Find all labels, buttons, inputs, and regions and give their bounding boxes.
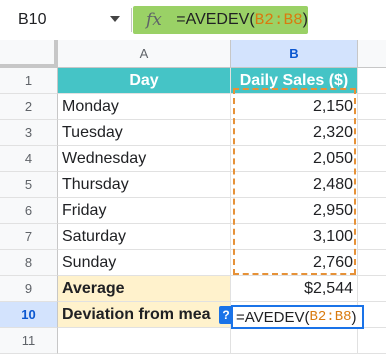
cell-c11[interactable]: [358, 328, 386, 354]
cell-b1[interactable]: Daily Sales ($): [231, 68, 358, 94]
formula-text: =AVEDEV(B2:B8): [176, 11, 308, 29]
cell-editor[interactable]: =AVEDEV(B2:B8): [231, 305, 364, 329]
cell-a6[interactable]: Friday: [58, 198, 231, 224]
formula-input[interactable]: fx =AVEDEV(B2:B8): [133, 6, 308, 34]
cell-c9[interactable]: [358, 276, 386, 302]
cell-c8[interactable]: [358, 250, 386, 276]
formula-range: B2:B8: [254, 11, 303, 29]
row-header[interactable]: 10: [0, 302, 58, 328]
table-row: 3 Tuesday 2,320: [0, 120, 386, 146]
cell-c6[interactable]: [358, 198, 386, 224]
cell-b4[interactable]: 2,050: [231, 146, 358, 172]
table-row: 6 Friday 2,950: [0, 198, 386, 224]
editor-range: B2:B8: [309, 309, 352, 325]
cell-a3[interactable]: Tuesday: [58, 120, 231, 146]
fx-icon: fx: [146, 10, 162, 30]
table-row: 9 Average $2,544: [0, 276, 386, 302]
table-row: 4 Wednesday 2,050: [0, 146, 386, 172]
row-header[interactable]: 3: [0, 120, 58, 146]
cell-c2[interactable]: [358, 94, 386, 120]
cell-c7[interactable]: [358, 224, 386, 250]
table-row: 2 Monday 2,150: [0, 94, 386, 120]
row-header[interactable]: 4: [0, 146, 58, 172]
editor-prefix: =AVEDEV(: [236, 308, 310, 326]
cell-a11[interactable]: [58, 328, 231, 354]
row-header[interactable]: 11: [0, 328, 58, 354]
row-header[interactable]: 6: [0, 198, 58, 224]
cell-b9[interactable]: $2,544: [231, 276, 358, 302]
table-row: 8 Sunday 2,760: [0, 250, 386, 276]
cell-b7[interactable]: 3,100: [231, 224, 358, 250]
row-header[interactable]: 8: [0, 250, 58, 276]
cell-a8[interactable]: Sunday: [58, 250, 231, 276]
table-row: 1 Day Daily Sales ($): [0, 68, 386, 94]
cell-a5[interactable]: Thursday: [58, 172, 231, 198]
formula-prefix: =AVEDEV(: [176, 11, 255, 28]
cell-c3[interactable]: [358, 120, 386, 146]
cell-b11[interactable]: [231, 328, 358, 354]
cell-c4[interactable]: [358, 146, 386, 172]
cell-b8[interactable]: 2,760: [231, 250, 358, 276]
cell-a2[interactable]: Monday: [58, 94, 231, 120]
column-header-row: A B: [0, 40, 386, 68]
cell-b6[interactable]: 2,950: [231, 198, 358, 224]
cell-a1[interactable]: Day: [58, 68, 231, 94]
cell-b5[interactable]: 2,480: [231, 172, 358, 198]
formula-suffix: ): [302, 11, 308, 28]
cell-a10[interactable]: Deviation from mea: [58, 302, 231, 328]
cell-b2[interactable]: 2,150: [231, 94, 358, 120]
row-header[interactable]: 7: [0, 224, 58, 250]
select-all-corner[interactable]: [0, 40, 58, 68]
table-row: 11: [0, 328, 386, 354]
column-header-c[interactable]: [358, 40, 386, 68]
name-box[interactable]: B10: [7, 8, 125, 32]
cell-b3[interactable]: 2,320: [231, 120, 358, 146]
column-header-b[interactable]: B: [231, 40, 358, 68]
row-header[interactable]: 2: [0, 94, 58, 120]
row-header[interactable]: 1: [0, 68, 58, 94]
row-header[interactable]: 5: [0, 172, 58, 198]
table-row: 5 Thursday 2,480: [0, 172, 386, 198]
row-header[interactable]: 9: [0, 276, 58, 302]
formula-bar: B10 fx =AVEDEV(B2:B8): [0, 0, 386, 41]
cell-a9[interactable]: Average: [58, 276, 231, 302]
column-header-a[interactable]: A: [58, 40, 231, 68]
editor-suffix: ): [351, 308, 357, 326]
table-row: 7 Saturday 3,100: [0, 224, 386, 250]
chevron-down-icon[interactable]: [110, 16, 120, 22]
cell-c1[interactable]: [358, 68, 386, 94]
name-box-ref: B10: [18, 11, 47, 28]
formula-bar-divider: [131, 8, 132, 32]
cell-a4[interactable]: Wednesday: [58, 146, 231, 172]
cell-a7[interactable]: Saturday: [58, 224, 231, 250]
cell-c5[interactable]: [358, 172, 386, 198]
